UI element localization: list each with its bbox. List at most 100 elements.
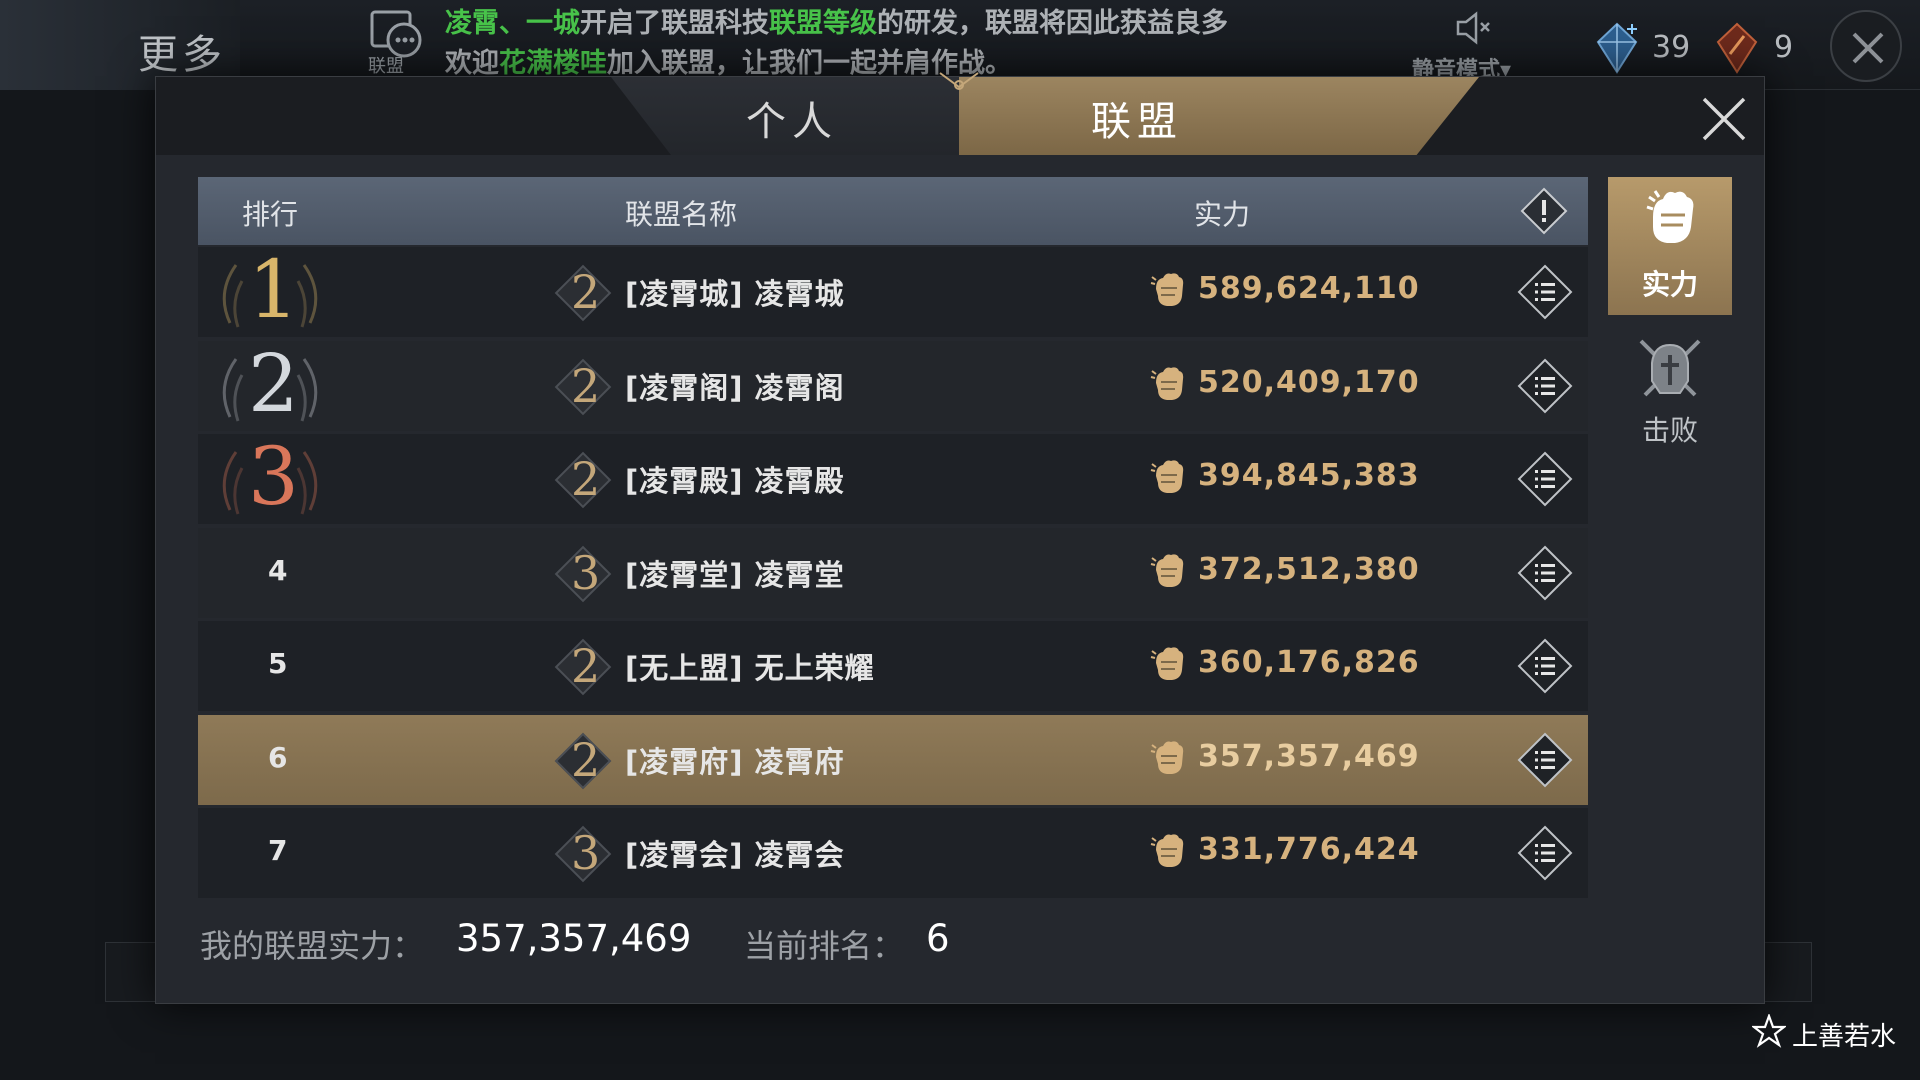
rank-medal-icon: 2 [210, 337, 330, 437]
details-list-icon[interactable] [1516, 263, 1574, 321]
alliance-chat-icon[interactable]: 联盟 [368, 10, 426, 77]
header-power: 实力 [1194, 198, 1251, 231]
news-ticker: 凌霄、一城开启了联盟科技联盟等级的研发，联盟将因此获益良多 欢迎花满楼哇加入联盟… [445, 4, 1345, 84]
my-power-value: 357,357,469 [456, 917, 692, 960]
info-icon[interactable] [1520, 187, 1568, 235]
side-tab-power-label: 实力 [1641, 268, 1698, 301]
news-actor: 凌霄、一城 [445, 8, 580, 39]
details-list-icon[interactable] [1516, 450, 1574, 508]
alliance-level-badge: 2 [553, 637, 612, 697]
red-token-icon [1712, 20, 1762, 76]
table-header: 排行 联盟名称 实力 [198, 177, 1588, 245]
details-list-icon[interactable] [1516, 824, 1574, 882]
token-count: 9 [1774, 30, 1794, 65]
rank-number: 7 [268, 834, 288, 867]
alliance-name: [凌霄城] 凌霄城 [625, 277, 845, 311]
tab-alliance[interactable] [959, 77, 1479, 155]
alliance-power: 520,409,170 [1198, 364, 1420, 400]
alliance-name: [凌霄府] 凌霄府 [625, 744, 845, 779]
rank-medal-icon: 3 [210, 430, 330, 530]
close-icon [1852, 32, 1884, 64]
tab-bar: 个人 联盟 [156, 72, 1764, 155]
alliance-level-badge: 2 [553, 450, 612, 510]
alliance-level: 2 [571, 358, 601, 413]
watermark-text: 上善若水 [1792, 1022, 1897, 1052]
chat-label: 联盟 [368, 56, 404, 77]
rank-medal-icon: 1 [210, 243, 330, 343]
alliance-level: 3 [571, 826, 601, 880]
rank-number: 6 [268, 740, 288, 774]
alliance-ranking-table: 排行 联盟名称 实力 1 2 [凌霄城] 凌霄城 589,624,110 2 2… [198, 177, 1588, 898]
alliance-name: [凌霄堂] 凌霄堂 [625, 557, 845, 592]
side-tab-power[interactable]: 实力 [1608, 177, 1732, 315]
table-row[interactable]: 6 2 [凌霄府] 凌霄府 357,357,469 [198, 714, 1588, 805]
side-tab-defeat-label: 击败 [1641, 414, 1698, 447]
table-row[interactable]: 2 2 [凌霄阁] 凌霄阁 520,409,170 [198, 338, 1588, 431]
alliance-name: [无上盟] 无上荣耀 [625, 651, 875, 685]
alliance-power: 357,357,469 [1198, 738, 1420, 774]
header-name: 联盟名称 [625, 198, 738, 231]
modal-close-button[interactable] [1696, 91, 1752, 147]
alliance-power: 372,512,380 [1198, 551, 1420, 587]
my-alliance-summary: 我的联盟实力： 357,357,469 当前排名： 6 [200, 915, 1590, 975]
news-member: 花满楼哇 [499, 48, 607, 79]
alliance-level-badge: 3 [553, 824, 612, 884]
fist-icon [1150, 834, 1184, 867]
news-text: 开启了联盟科技 [580, 8, 769, 39]
alliance-power: 331,776,424 [1198, 832, 1420, 867]
alliance-name: [凌霄阁] 凌霄阁 [625, 370, 845, 405]
tab-ornament-icon [939, 72, 979, 90]
details-list-icon[interactable] [1516, 544, 1574, 602]
side-tab-defeat[interactable]: 击败 [1608, 327, 1732, 447]
fist-icon [1150, 553, 1184, 587]
table-row[interactable]: 7 3 [凌霄会] 凌霄会 331,776,424 [198, 808, 1588, 898]
alliance-level-badge: 2 [553, 731, 612, 791]
table-row[interactable]: 5 2 [无上盟] 无上荣耀 360,176,826 [198, 621, 1588, 711]
table-row[interactable]: 1 2 [凌霄城] 凌霄城 589,624,110 [198, 245, 1588, 337]
current-rank-label: 当前排名： [744, 927, 905, 965]
table-row[interactable]: 3 2 [凌霄殿] 凌霄殿 394,845,383 [198, 432, 1588, 524]
rank-number: 1 [248, 243, 299, 336]
alliance-level: 2 [571, 639, 601, 693]
fist-icon [1150, 366, 1184, 400]
fist-icon [1646, 190, 1694, 243]
helmet-crossed-swords-icon [1639, 339, 1701, 397]
news-tech: 联盟等级 [769, 8, 877, 39]
alliance-power: 360,176,826 [1198, 645, 1420, 680]
ranking-modal: 个人 联盟 排行 联盟名称 实力 1 2 [凌霄城] 凌霄城 589,624,1… [155, 72, 1765, 1004]
details-list-icon[interactable] [1516, 357, 1574, 415]
alliance-level-badge: 3 [553, 544, 612, 604]
alliance-level-badge: 2 [553, 357, 612, 417]
rank-number: 3 [248, 430, 299, 523]
alliance-level: 2 [571, 265, 601, 319]
blue-gem-icon [1592, 20, 1642, 76]
alliance-level: 2 [571, 732, 601, 787]
rank-number: 5 [268, 647, 288, 680]
details-list-icon[interactable] [1516, 731, 1574, 789]
alliance-name: [凌霄殿] 凌霄殿 [625, 464, 845, 498]
current-rank-value: 6 [926, 917, 950, 960]
table-row[interactable]: 4 3 [凌霄堂] 凌霄堂 372,512,380 [198, 527, 1588, 618]
main-close-button[interactable] [1830, 10, 1902, 82]
tab-alliance-label[interactable]: 联盟 [1091, 89, 1183, 147]
more-label: 更多 [138, 32, 226, 78]
alliance-level: 3 [571, 545, 601, 600]
rank-number: 4 [268, 553, 288, 587]
star-icon [1752, 1014, 1786, 1048]
alliance-name: [凌霄会] 凌霄会 [625, 838, 845, 872]
alliance-power: 589,624,110 [1198, 271, 1420, 306]
close-icon [1702, 97, 1746, 141]
gem-count: 39 [1652, 30, 1691, 65]
rank-number: 2 [248, 336, 299, 430]
tab-personal-label[interactable]: 个人 [746, 89, 838, 147]
fist-icon [1150, 647, 1184, 680]
header-rank: 排行 [242, 198, 299, 231]
alliance-level: 2 [571, 452, 601, 506]
fist-icon [1150, 460, 1184, 493]
details-list-icon[interactable] [1516, 637, 1574, 695]
my-power-label: 我的联盟实力： [200, 927, 425, 965]
news-text: 欢迎 [445, 48, 499, 79]
speaker-mute-icon[interactable] [1452, 8, 1492, 48]
fist-icon [1150, 740, 1184, 774]
fist-icon [1150, 273, 1184, 306]
